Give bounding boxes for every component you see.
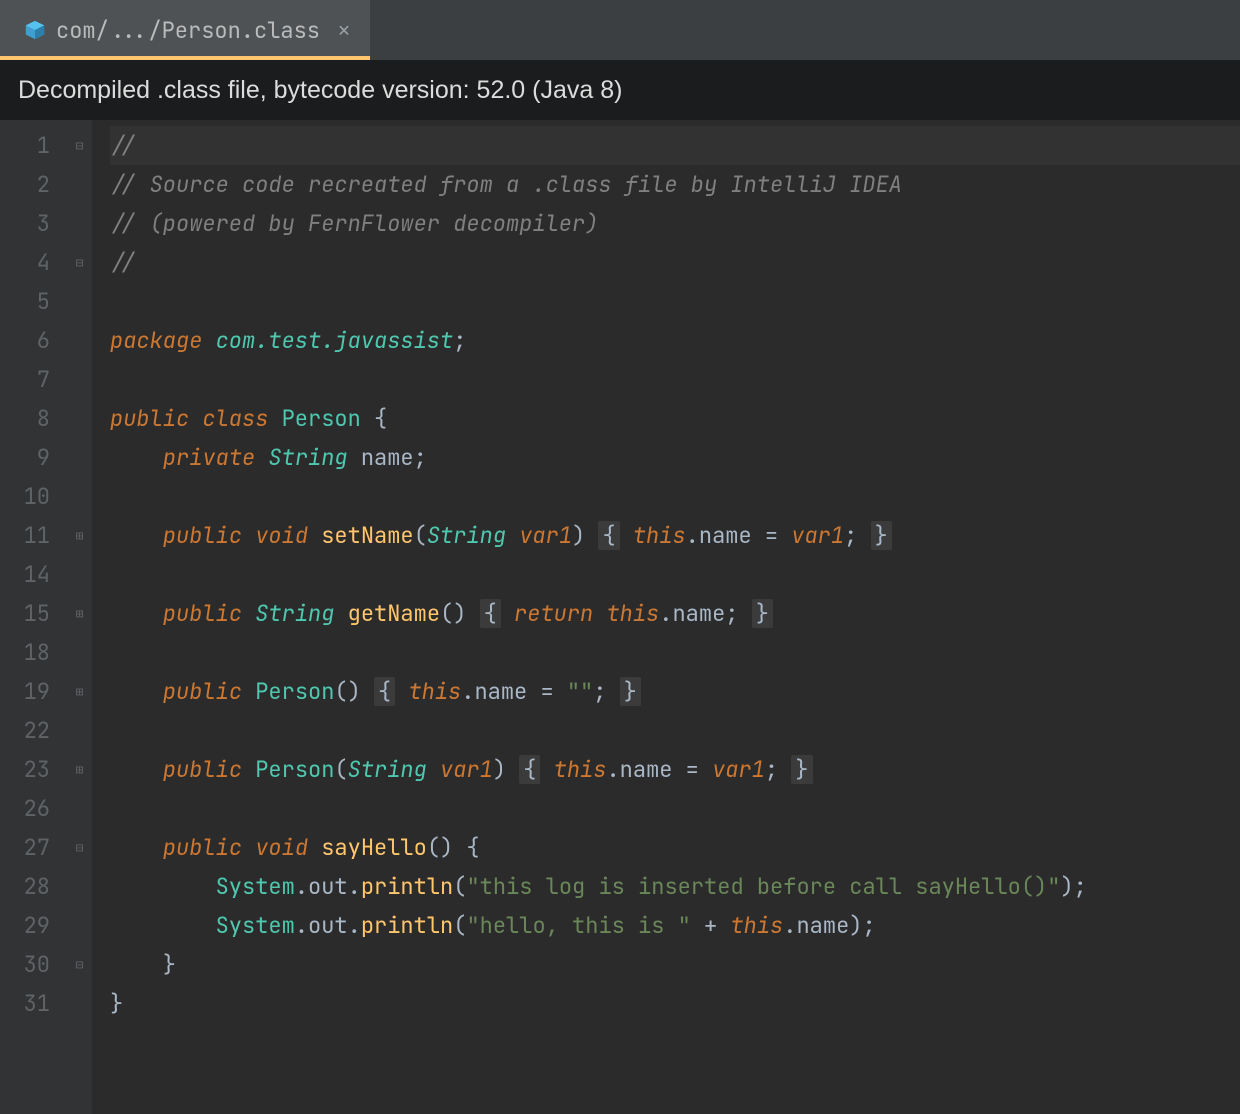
fold-cell bbox=[68, 321, 91, 360]
active-tab-indicator bbox=[0, 56, 370, 60]
line-number: 6 bbox=[0, 321, 68, 360]
fold-cell[interactable]: ⊞ bbox=[68, 594, 91, 633]
line-number: 31 bbox=[0, 984, 68, 1023]
banner-text: Decompiled .class file, bytecode version… bbox=[18, 76, 622, 105]
fold-cell bbox=[68, 438, 91, 477]
tab-bar: com/.../Person.class ✕ bbox=[0, 0, 1240, 60]
code-line[interactable]: public class Person { bbox=[110, 399, 1240, 438]
fold-cell bbox=[68, 282, 91, 321]
fold-cell bbox=[68, 984, 91, 1023]
code-editor[interactable]: 1234567891011141518192223262728293031 ⊟⊟… bbox=[0, 120, 1240, 1114]
code-line[interactable]: public Person(String var1) { this.name =… bbox=[110, 750, 1240, 789]
fold-collapse-icon[interactable]: ⊟ bbox=[76, 958, 84, 971]
fold-cell bbox=[68, 204, 91, 243]
fold-cell[interactable]: ⊞ bbox=[68, 672, 91, 711]
decompiled-banner: Decompiled .class file, bytecode version… bbox=[0, 60, 1240, 120]
line-number: 3 bbox=[0, 204, 68, 243]
fold-cell bbox=[68, 399, 91, 438]
fold-cell bbox=[68, 711, 91, 750]
fold-cell[interactable]: ⊟ bbox=[68, 828, 91, 867]
line-number: 29 bbox=[0, 906, 68, 945]
code-line[interactable]: } bbox=[110, 984, 1240, 1023]
fold-expand-icon[interactable]: ⊞ bbox=[76, 763, 84, 776]
fold-cell bbox=[68, 906, 91, 945]
line-number: 22 bbox=[0, 711, 68, 750]
line-number: 8 bbox=[0, 399, 68, 438]
line-number: 10 bbox=[0, 477, 68, 516]
fold-collapse-icon[interactable]: ⊟ bbox=[76, 256, 84, 269]
fold-cell bbox=[68, 360, 91, 399]
line-number: 18 bbox=[0, 633, 68, 672]
code-line[interactable] bbox=[110, 477, 1240, 516]
fold-cell[interactable]: ⊟ bbox=[68, 243, 91, 282]
fold-cell bbox=[68, 555, 91, 594]
fold-cell bbox=[68, 867, 91, 906]
close-icon[interactable]: ✕ bbox=[338, 17, 350, 43]
fold-collapse-icon[interactable]: ⊟ bbox=[76, 139, 84, 152]
line-number: 26 bbox=[0, 789, 68, 828]
fold-cell bbox=[68, 789, 91, 828]
code-line[interactable] bbox=[110, 360, 1240, 399]
line-number: 14 bbox=[0, 555, 68, 594]
fold-expand-icon[interactable]: ⊞ bbox=[76, 685, 84, 698]
fold-column: ⊟ ⊟ ⊞ ⊞ ⊞ ⊞ ⊟ ⊟ bbox=[68, 120, 92, 1114]
code-line[interactable]: // bbox=[110, 243, 1240, 282]
code-line[interactable]: } bbox=[110, 945, 1240, 984]
tab-label: com/.../Person.class bbox=[56, 16, 320, 45]
line-number-gutter: 1234567891011141518192223262728293031 bbox=[0, 120, 68, 1114]
code-line[interactable]: package com.test.javassist; bbox=[110, 321, 1240, 360]
fold-cell[interactable]: ⊞ bbox=[68, 750, 91, 789]
line-number: 1 bbox=[0, 126, 68, 165]
fold-cell bbox=[68, 165, 91, 204]
fold-cell bbox=[68, 633, 91, 672]
line-number: 27 bbox=[0, 828, 68, 867]
fold-cell[interactable]: ⊟ bbox=[68, 126, 91, 165]
line-number: 5 bbox=[0, 282, 68, 321]
line-number: 30 bbox=[0, 945, 68, 984]
line-number: 19 bbox=[0, 672, 68, 711]
code-line[interactable] bbox=[110, 711, 1240, 750]
fold-collapse-icon[interactable]: ⊟ bbox=[76, 841, 84, 854]
line-number: 4 bbox=[0, 243, 68, 282]
class-file-icon bbox=[24, 19, 46, 41]
fold-expand-icon[interactable]: ⊞ bbox=[76, 607, 84, 620]
fold-expand-icon[interactable]: ⊞ bbox=[76, 529, 84, 542]
line-number: 23 bbox=[0, 750, 68, 789]
code-area[interactable]: //// Source code recreated from a .class… bbox=[92, 120, 1240, 1114]
fold-cell bbox=[68, 477, 91, 516]
code-line[interactable]: // bbox=[110, 126, 1240, 165]
code-line[interactable] bbox=[110, 282, 1240, 321]
tab-person-class[interactable]: com/.../Person.class ✕ bbox=[0, 0, 370, 60]
code-line[interactable] bbox=[110, 789, 1240, 828]
code-line[interactable]: System.out.println("hello, this is " + t… bbox=[110, 906, 1240, 945]
line-number: 7 bbox=[0, 360, 68, 399]
code-line[interactable] bbox=[110, 555, 1240, 594]
code-line[interactable]: public void sayHello() { bbox=[110, 828, 1240, 867]
line-number: 28 bbox=[0, 867, 68, 906]
code-line[interactable]: private String name; bbox=[110, 438, 1240, 477]
code-line[interactable]: public void setName(String var1) { this.… bbox=[110, 516, 1240, 555]
code-line[interactable] bbox=[110, 633, 1240, 672]
code-line[interactable]: // Source code recreated from a .class f… bbox=[110, 165, 1240, 204]
line-number: 15 bbox=[0, 594, 68, 633]
line-number: 9 bbox=[0, 438, 68, 477]
code-line[interactable]: public String getName() { return this.na… bbox=[110, 594, 1240, 633]
code-line[interactable]: System.out.println("this log is inserted… bbox=[110, 867, 1240, 906]
code-line[interactable]: // (powered by FernFlower decompiler) bbox=[110, 204, 1240, 243]
code-line[interactable]: public Person() { this.name = ""; } bbox=[110, 672, 1240, 711]
fold-cell[interactable]: ⊞ bbox=[68, 516, 91, 555]
fold-cell[interactable]: ⊟ bbox=[68, 945, 91, 984]
line-number: 11 bbox=[0, 516, 68, 555]
line-number: 2 bbox=[0, 165, 68, 204]
